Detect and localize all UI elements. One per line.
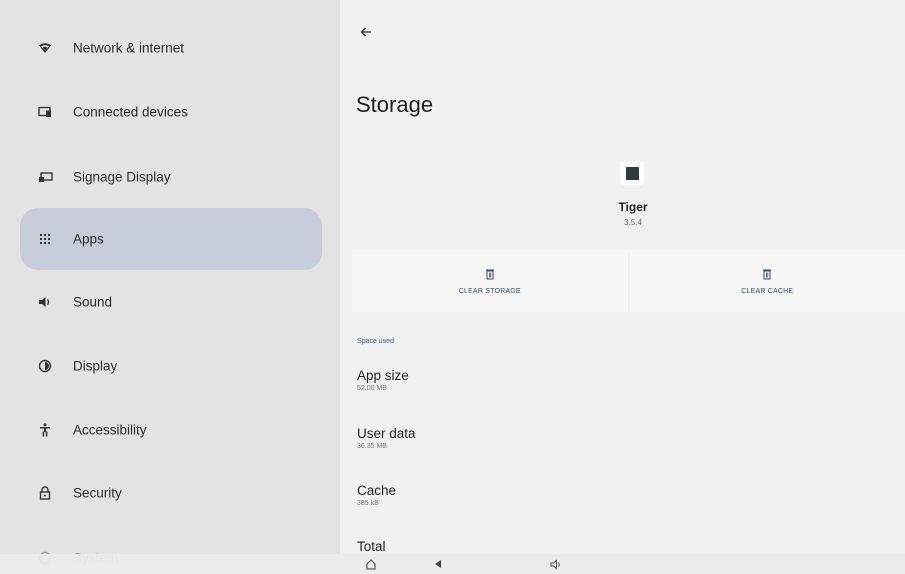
home-button[interactable] bbox=[364, 557, 378, 571]
info-row-value: 52.00 MB bbox=[357, 385, 387, 392]
brightness-icon bbox=[36, 357, 54, 375]
sidebar-item-label: Accessibility bbox=[73, 422, 147, 438]
clear-cache-label: CLEAR CACHE bbox=[741, 287, 794, 295]
sidebar-item-network[interactable]: Network & internet bbox=[20, 17, 322, 79]
volume-button[interactable] bbox=[549, 557, 563, 571]
info-row-app-size: App size 52.00 MB bbox=[357, 368, 409, 392]
info-row-title: Total bbox=[357, 539, 386, 554]
devices-icon bbox=[36, 103, 54, 121]
page-title: Storage bbox=[356, 92, 434, 117]
clear-storage-label: CLEAR STORAGE bbox=[458, 287, 521, 295]
info-row-title: User data bbox=[357, 426, 416, 441]
home-icon bbox=[366, 559, 376, 570]
sidebar-item-label: Sound bbox=[73, 294, 113, 310]
speaker-icon bbox=[36, 293, 54, 311]
app-version: 3.5.4 bbox=[624, 218, 642, 227]
trash-icon bbox=[763, 269, 772, 279]
speaker-icon bbox=[550, 558, 560, 570]
clear-storage-button[interactable]: CLEAR STORAGE bbox=[352, 250, 628, 312]
info-row-value: 385 kB bbox=[357, 500, 379, 507]
back-button[interactable] bbox=[354, 20, 378, 44]
system-nav-bar bbox=[0, 554, 905, 574]
sidebar-item-signage-display[interactable]: Signage Display bbox=[20, 146, 322, 208]
action-bar: CLEAR STORAGE CLEAR CACHE bbox=[352, 250, 905, 312]
sidebar-item-connected-devices[interactable]: Connected devices bbox=[20, 81, 322, 143]
apps-grid-icon bbox=[36, 230, 54, 248]
sidebar-item-label: Apps bbox=[73, 231, 104, 247]
sidebar-item-display[interactable]: Display bbox=[20, 335, 322, 397]
app-name: Tiger bbox=[618, 200, 648, 214]
info-row-user-data: User data 36.35 MB bbox=[357, 426, 416, 450]
lock-icon bbox=[36, 484, 54, 502]
sidebar-item-label: Signage Display bbox=[73, 169, 171, 185]
sidebar: Network & internet Connected devices Sig… bbox=[0, 0, 340, 574]
sidebar-item-apps[interactable]: Apps bbox=[20, 208, 322, 270]
app-logo-icon bbox=[625, 166, 639, 180]
wifi-icon bbox=[36, 39, 54, 57]
sidebar-item-label: Network & internet bbox=[73, 40, 185, 56]
accessibility-icon bbox=[36, 421, 54, 439]
arrow-back-icon bbox=[360, 27, 371, 37]
sidebar-item-label: Security bbox=[73, 485, 122, 501]
triangle-back-icon bbox=[435, 560, 441, 568]
info-row-title: App size bbox=[357, 368, 409, 383]
sidebar-item-accessibility[interactable]: Accessibility bbox=[20, 399, 322, 461]
info-row-title: Cache bbox=[357, 483, 397, 498]
sidebar-item-label: Connected devices bbox=[73, 104, 188, 120]
main-panel: Storage Tiger 3.5.4 CLEAR STORAGE CLEAR … bbox=[340, 0, 905, 574]
sidebar-item-security[interactable]: Security bbox=[20, 462, 322, 524]
display-screen-icon bbox=[36, 168, 54, 186]
sidebar-item-sound[interactable]: Sound bbox=[20, 271, 322, 333]
app-icon bbox=[620, 161, 644, 185]
back-nav-button[interactable] bbox=[431, 557, 445, 571]
section-header-space-used: Space used bbox=[357, 338, 394, 345]
sidebar-item-label: Display bbox=[73, 358, 118, 374]
trash-icon bbox=[485, 269, 494, 279]
clear-cache-button[interactable]: CLEAR CACHE bbox=[629, 250, 905, 312]
info-row-cache: Cache 385 kB bbox=[357, 483, 396, 507]
info-row-value: 36.35 MB bbox=[357, 443, 387, 450]
